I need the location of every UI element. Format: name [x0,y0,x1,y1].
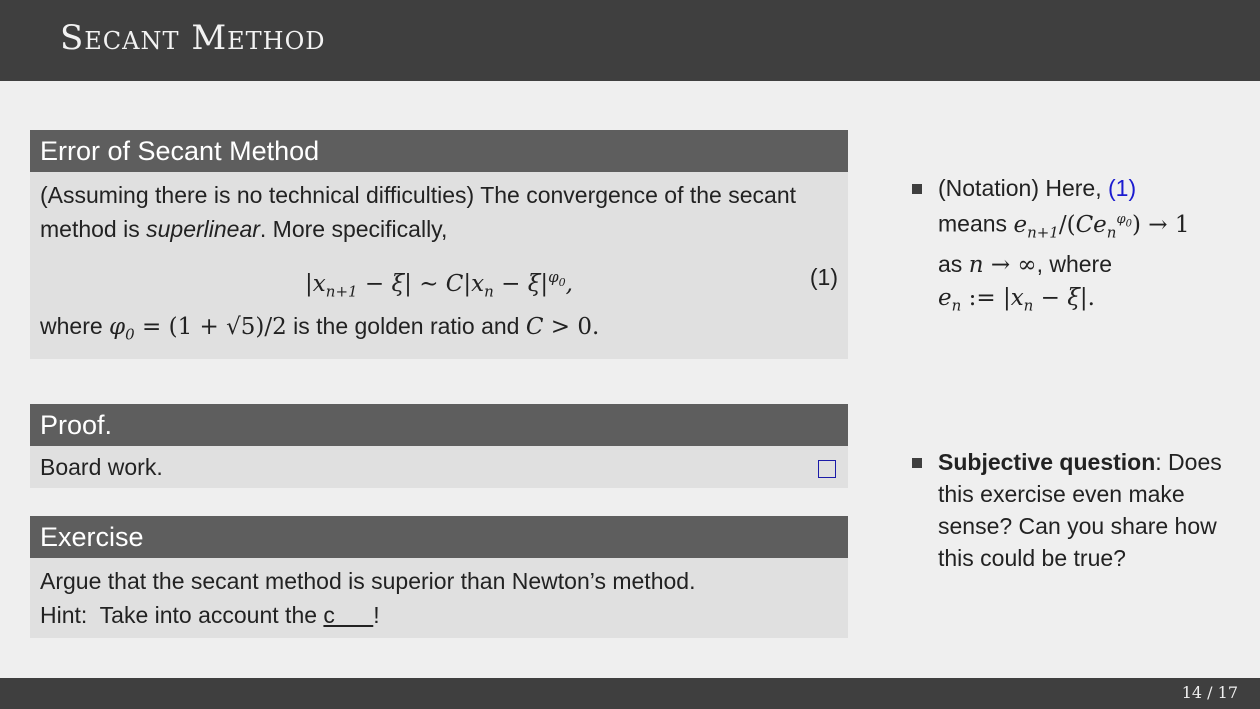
hint-blank: c [323,602,374,628]
notation-bullet: (Notation) Here, (1) means en+1/(Cenφ0) … [910,172,1240,322]
equation-number: (1) [809,264,838,290]
slide-title: Secant Method [60,18,326,58]
theorem-after: where φ0 = (1 + √5)/2 is the golden rati… [40,308,838,353]
constant-condition: C > 0. [525,314,600,340]
bullet-square-icon [912,458,922,468]
qed-square-icon [818,460,836,478]
notation-where: , where [1036,251,1112,278]
theorem-heading: Error of Secant Method [30,130,848,172]
equation-formula: |xn+1 − ξ| ∼ C|xn − ξ|φ0, [305,268,573,301]
notation-as: as [938,251,969,278]
question-note: Subjective question: Does this exercise … [910,446,1240,574]
theorem-intro: (Assuming there is no technical difficul… [40,178,838,246]
equation-1: |xn+1 − ξ| ∼ C|xn − ξ|φ0, (1) [40,246,838,308]
notation-limit: n → ∞ [968,252,1037,279]
error-definition: en := |xn − ξ|. [938,285,1095,315]
exercise-block: Exercise Argue that the secant method is… [30,516,848,638]
equation-reference-link[interactable]: (1) [1108,175,1136,201]
footer-bar: 14 / 17 [0,678,1260,709]
proof-block: Proof. Board work. [30,404,848,488]
hint-prefix: Hint: Take into account the [40,602,324,628]
exercise-heading: Exercise [30,516,848,558]
theorem-body: (Assuming there is no technical difficul… [30,172,848,359]
bullet-square-icon [912,184,922,194]
notation-note: (Notation) Here, (1) means en+1/(Cenφ0) … [910,172,1240,322]
exercise-body: Argue that the secant method is superior… [30,558,848,638]
question-label: Subjective question [938,449,1156,475]
superlinear-term: superlinear [146,216,260,242]
golden-ratio-formula: φ0 = (1 + √5)/2 [109,314,287,344]
proof-body: Board work. [30,446,848,488]
proof-heading: Proof. [30,404,848,446]
proof-text: Board work. [40,454,163,480]
title-bar: Secant Method [0,0,1260,81]
exercise-hint: Hint: Take into account the c ! [40,598,838,632]
theorem-intro-text-2: . More specifically, [259,216,448,242]
exercise-line-1: Argue that the secant method is superior… [40,568,696,594]
theorem-block: Error of Secant Method (Assuming there i… [30,130,848,359]
hint-suffix: ! [373,602,380,628]
notation-prefix: (Notation) Here, [938,175,1109,201]
notation-ratio-formula: en+1/(Cenφ0) → 1 [1013,211,1190,242]
question-bullet: Subjective question: Does this exercise … [910,446,1240,574]
after-text-2: is the golden ratio and [286,313,526,339]
after-text-1: where [40,313,110,339]
notation-means: means [938,210,1014,237]
page-number: 14 / 17 [1181,683,1238,702]
